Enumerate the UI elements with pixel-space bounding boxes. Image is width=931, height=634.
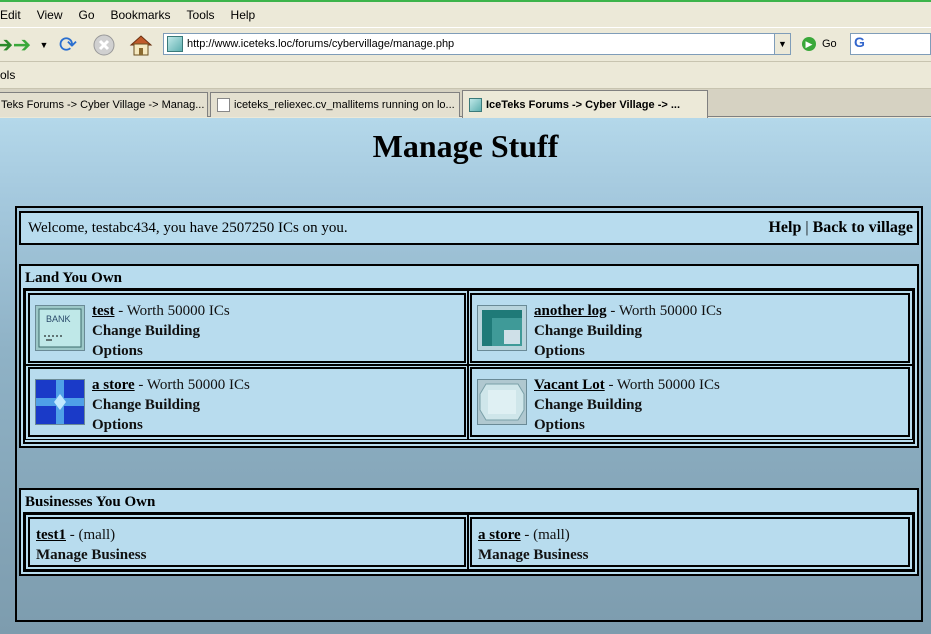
options-link[interactable]: Options (92, 343, 143, 359)
help-link[interactable]: Help (768, 219, 801, 236)
land-worth: - Worth 50000 ICs (606, 303, 722, 319)
land-item: another log - Worth 50000 ICs Change Bui… (467, 290, 913, 366)
go-label: Go (822, 38, 837, 50)
search-input[interactable]: G (850, 33, 931, 55)
manage-business-link[interactable]: Manage Business (478, 547, 588, 563)
page-favicon-icon (167, 36, 183, 52)
go-button[interactable]: ▶ Go (802, 37, 837, 51)
land-name-link[interactable]: Vacant Lot (534, 377, 605, 393)
menu-go[interactable]: Go (70, 8, 102, 22)
document-icon (217, 98, 230, 112)
menu-edit[interactable]: Edit (0, 8, 29, 22)
land-worth: - Worth 50000 ICs (134, 377, 250, 393)
menu-bookmarks[interactable]: Bookmarks (103, 8, 179, 22)
bank-icon: BANK (35, 305, 85, 351)
business-name-link[interactable]: a store (478, 527, 521, 543)
forward-arrow-icon[interactable]: ➔ (8, 31, 36, 59)
land-name-link[interactable]: test (92, 303, 115, 319)
navigation-toolbar: ➔ ➔ ▼ ⟳ http://www.iceteks.loc/forums/cy… (0, 27, 931, 62)
bookmarks-toolbar: ols (0, 62, 931, 89)
business-item: a store - (mall) Manage Business (467, 514, 913, 570)
address-input[interactable]: http://www.iceteks.loc/forums/cybervilla… (187, 38, 774, 50)
business-type: - (mall) (520, 527, 570, 543)
change-building-link[interactable]: Change Building (92, 323, 200, 339)
businesses-section-title: Businesses You Own (25, 494, 156, 510)
land-worth: - Worth 50000 ICs (114, 303, 230, 319)
svg-text:BANK: BANK (46, 314, 71, 324)
tab-mallitems[interactable]: iceteks_reliexec.cv_mallitems running on… (210, 92, 460, 117)
land-worth: - Worth 50000 ICs (604, 377, 720, 393)
store-icon (35, 379, 85, 425)
land-name-link[interactable]: another log (534, 303, 607, 319)
businesses-section: Businesses You Own test1 - (mall) Manage… (19, 488, 919, 576)
manage-business-link[interactable]: Manage Business (36, 547, 146, 563)
link-separator: | (805, 219, 809, 236)
tab-label: Teks Forums -> Cyber Village -> Manag... (1, 99, 205, 111)
forward-dropdown-icon[interactable]: ▼ (36, 31, 52, 59)
teal-building-icon (477, 305, 527, 351)
address-dropdown-icon[interactable]: ▼ (774, 34, 790, 54)
change-building-link[interactable]: Change Building (534, 323, 642, 339)
options-link[interactable]: Options (534, 417, 585, 433)
go-icon: ▶ (802, 37, 816, 51)
main-container: Welcome, testabc434, you have 2507250 IC… (15, 206, 923, 622)
business-item: test1 - (mall) Manage Business (25, 514, 469, 570)
land-name-link[interactable]: a store (92, 377, 135, 393)
options-link[interactable]: Options (92, 417, 143, 433)
menu-tools[interactable]: Tools (179, 8, 223, 22)
stop-icon[interactable] (90, 31, 118, 59)
land-grid: BANK test - Worth 50000 ICs Change Build… (23, 288, 915, 444)
menu-help[interactable]: Help (223, 8, 264, 22)
change-building-link[interactable]: Change Building (92, 397, 200, 413)
reload-icon[interactable]: ⟳ (54, 31, 82, 59)
land-item: BANK test - Worth 50000 ICs Change Build… (25, 290, 469, 366)
tab-bar: Teks Forums -> Cyber Village -> Manag...… (0, 89, 931, 118)
tab-manage[interactable]: Teks Forums -> Cyber Village -> Manag... (0, 92, 208, 117)
page-title: Manage Stuff (372, 128, 559, 164)
land-section: Land You Own BANK test - Worth 50000 ICs… (19, 264, 919, 448)
business-name-link[interactable]: test1 (36, 527, 66, 543)
tab-label: iceteks_reliexec.cv_mallitems running on… (234, 99, 455, 111)
welcome-bar: Welcome, testabc434, you have 2507250 IC… (19, 211, 919, 245)
tab-active[interactable]: IceTeks Forums -> Cyber Village -> ... (462, 90, 708, 118)
land-section-title: Land You Own (25, 270, 122, 286)
land-item: a store - Worth 50000 ICs Change Buildin… (25, 364, 469, 440)
business-type: - (mall) (66, 527, 116, 543)
businesses-grid: test1 - (mall) Manage Business a store -… (23, 512, 915, 572)
home-icon[interactable] (127, 31, 155, 59)
menu-view[interactable]: View (29, 8, 71, 22)
land-item: Vacant Lot - Worth 50000 ICs Change Buil… (467, 364, 913, 440)
back-to-village-link[interactable]: Back to village (813, 219, 913, 236)
toolbar-label[interactable]: ols (0, 68, 15, 82)
welcome-text: Welcome, testabc434, you have 2507250 IC… (28, 220, 348, 236)
tab-label: IceTeks Forums -> Cyber Village -> ... (486, 98, 681, 111)
vacant-lot-icon (477, 379, 527, 425)
options-link[interactable]: Options (534, 343, 585, 359)
address-bar[interactable]: http://www.iceteks.loc/forums/cybervilla… (163, 33, 791, 55)
page-content: Manage Stuff Welcome, testabc434, you ha… (0, 118, 931, 634)
menu-bar: Edit View Go Bookmarks Tools Help (0, 0, 931, 27)
page-favicon-icon (469, 97, 482, 112)
change-building-link[interactable]: Change Building (534, 397, 642, 413)
